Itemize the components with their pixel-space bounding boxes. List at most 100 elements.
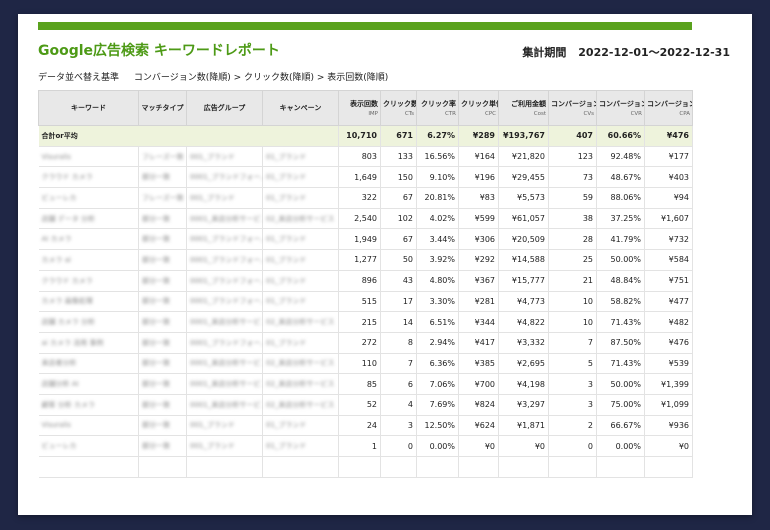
- table-cell-text: 01_ブランド: [262, 187, 339, 209]
- table-cell-text: 01_ブランド: [262, 332, 339, 354]
- table-row: クラウド カメラ 部分一致 0001_ブランドフォーム 01_ブランド 1,649 150…: [38, 166, 693, 189]
- table-cell-text: 01_ブランド: [262, 146, 339, 168]
- table-cell-value: ¥0: [458, 435, 499, 457]
- table-cell-text: [186, 456, 263, 478]
- table-cell-value: 3.44%: [416, 228, 459, 251]
- table-cell-text: 部分一致: [138, 353, 187, 375]
- table-cell-value: ¥306: [458, 228, 499, 251]
- table-cell-text: Visuralis: [38, 146, 139, 168]
- table-cell-text: 部分一致: [138, 394, 187, 416]
- table-cell-text: 部分一致: [138, 249, 187, 271]
- table-cell-value: [416, 456, 459, 478]
- table-cell-text: 0001_ブランドフォーム: [186, 228, 263, 251]
- table-cell-value: ¥824: [458, 394, 499, 416]
- table-cell-value: ¥1,099: [644, 394, 693, 416]
- report-title: Google広告検索 キーワードレポート: [38, 43, 280, 59]
- table-cell-value: 10: [548, 291, 597, 313]
- table-cell-value: 66.67%: [596, 415, 645, 437]
- table-cell-value: ¥344: [458, 311, 499, 333]
- table-cell-value: ¥21,820: [498, 146, 549, 168]
- table-cell-value: 88.06%: [596, 187, 645, 209]
- table-cell-value: 9.10%: [416, 166, 459, 189]
- table-cell-value: 3: [380, 415, 417, 437]
- table-row: ai カメラ 活用 事例 部分一致 0001_ブランドフォーム 01_ブランド 272 8…: [38, 332, 693, 354]
- table-cell-value: ¥83: [458, 187, 499, 209]
- total-cell: 6.27%: [416, 125, 459, 147]
- table-cell-value: ¥539: [644, 353, 693, 375]
- table-cell-value: ¥5,573: [498, 187, 549, 209]
- column-header: 表示回数 IMP: [338, 90, 381, 126]
- table-cell-text: 部分一致: [138, 415, 187, 437]
- table-row: Visuralis フレーズ一致 001_ブランド 01_ブランド 803 133 16.5…: [38, 146, 693, 168]
- table-cell-text: 部分一致: [138, 332, 187, 354]
- table-cell-value: 803: [338, 146, 381, 168]
- table-cell-value: ¥732: [644, 228, 693, 251]
- table-cell-value: 58.82%: [596, 291, 645, 313]
- column-header: コンバージョン率 CVR: [596, 90, 645, 126]
- table-cell-value: 3.92%: [416, 249, 459, 271]
- table-header-row: キーワード マッチタイプ 広告グループ キャンペーン 表示回数 IMP クリック数 CTs クリ…: [38, 90, 693, 126]
- table-cell-text: 顧客 分析 カメラ: [38, 394, 139, 416]
- table-cell-value: 896: [338, 270, 381, 292]
- table-cell-value: ¥3,297: [498, 394, 549, 416]
- table-cell-text: 0001_ブランドフォーム: [186, 270, 263, 292]
- sort-label: データ並べ替え基準: [38, 73, 120, 83]
- table-cell-value: ¥751: [644, 270, 693, 292]
- table-cell-value: 102: [380, 208, 417, 230]
- table-cell-value: 1,949: [338, 228, 381, 251]
- period-info: 集計期間 2022-12-01～2022-12-31: [522, 44, 730, 60]
- column-header: キャンペーン: [262, 90, 339, 126]
- table-cell-value: 71.43%: [596, 353, 645, 375]
- column-header-label: クリック率: [421, 100, 456, 108]
- table-row: ビューレカ フレーズ一致 001_ブランド 01_ブランド 322 67 20.81% ¥83…: [38, 187, 693, 209]
- table-cell-value: ¥14,588: [498, 249, 549, 271]
- table-cell-value: 0: [548, 435, 597, 457]
- table-cell-value: 50: [380, 249, 417, 271]
- table-cell-text: 02_来店分析サービス: [262, 311, 339, 333]
- table-cell-value: ¥196: [458, 166, 499, 189]
- table-cell-text: 01_ブランド: [262, 435, 339, 457]
- table-cell-text: 0001_ブランドフォーム: [186, 249, 263, 271]
- table-cell-value: 2: [548, 415, 597, 437]
- table-cell-value: ¥403: [644, 166, 693, 189]
- table-cell-value: [644, 456, 693, 478]
- table-cell-text: 02_来店分析サービス: [262, 208, 339, 230]
- table-cell-text: 部分一致: [138, 291, 187, 313]
- table-cell-value: ¥4,773: [498, 291, 549, 313]
- column-header-label: クリック単価: [461, 100, 498, 108]
- total-label: 合計or平均: [38, 125, 339, 147]
- table-cell-value: 8: [380, 332, 417, 354]
- table-cell-value: [596, 456, 645, 478]
- table-cell-value: 43: [380, 270, 417, 292]
- column-header-label: クリック数: [383, 100, 417, 108]
- table-cell-text: 部分一致: [138, 228, 187, 251]
- column-header: キーワード: [38, 90, 139, 126]
- table-cell-text: ビューレカ: [38, 187, 139, 209]
- table-cell-value: ¥2,695: [498, 353, 549, 375]
- table-row: カメラ 画像処理 部分一致 0001_ブランドフォーム 01_ブランド 515 17 3.3…: [38, 291, 693, 313]
- table-cell-value: 28: [548, 228, 597, 251]
- table-cell-text: 部分一致: [138, 208, 187, 230]
- table-cell-text: カメラ 画像処理: [38, 291, 139, 313]
- table-cell-text: 01_ブランド: [262, 228, 339, 251]
- table-cell-text: 02_来店分析サービス: [262, 394, 339, 416]
- column-header-sub: Cost: [533, 111, 546, 117]
- accent-bar: [38, 22, 692, 30]
- table-cell-text: 部分一致: [138, 270, 187, 292]
- table-cell-value: ¥599: [458, 208, 499, 230]
- table-cell-value: 110: [338, 353, 381, 375]
- table-cell-text: 来店者分析: [38, 353, 139, 375]
- keyword-table: キーワード マッチタイプ 広告グループ キャンペーン 表示回数 IMP クリック数 CTs クリ…: [38, 90, 693, 478]
- table-cell-value: 123: [548, 146, 597, 168]
- table-row: 来店者分析 部分一致 0001_来店分析サービス 02_来店分析サービス 110 7 6.3…: [38, 353, 693, 375]
- table-cell-value: ¥417: [458, 332, 499, 354]
- table-cell-value: 5: [548, 353, 597, 375]
- table-cell-value: ¥1,399: [644, 373, 693, 395]
- table-cell-text: ビューレカ: [38, 435, 139, 457]
- table-row: 店舗 データ 分析 部分一致 0001_来店分析サービス 02_来店分析サービス 2,5…: [38, 208, 693, 230]
- table-cell-value: ¥385: [458, 353, 499, 375]
- table-cell-value: 59: [548, 187, 597, 209]
- table-cell-value: ¥700: [458, 373, 499, 395]
- table-cell-value: 215: [338, 311, 381, 333]
- table-row: ビューレカ 部分一致 001_ブランド 01_ブランド 1 0 0.00% ¥0 ¥0 0 0.00…: [38, 435, 693, 457]
